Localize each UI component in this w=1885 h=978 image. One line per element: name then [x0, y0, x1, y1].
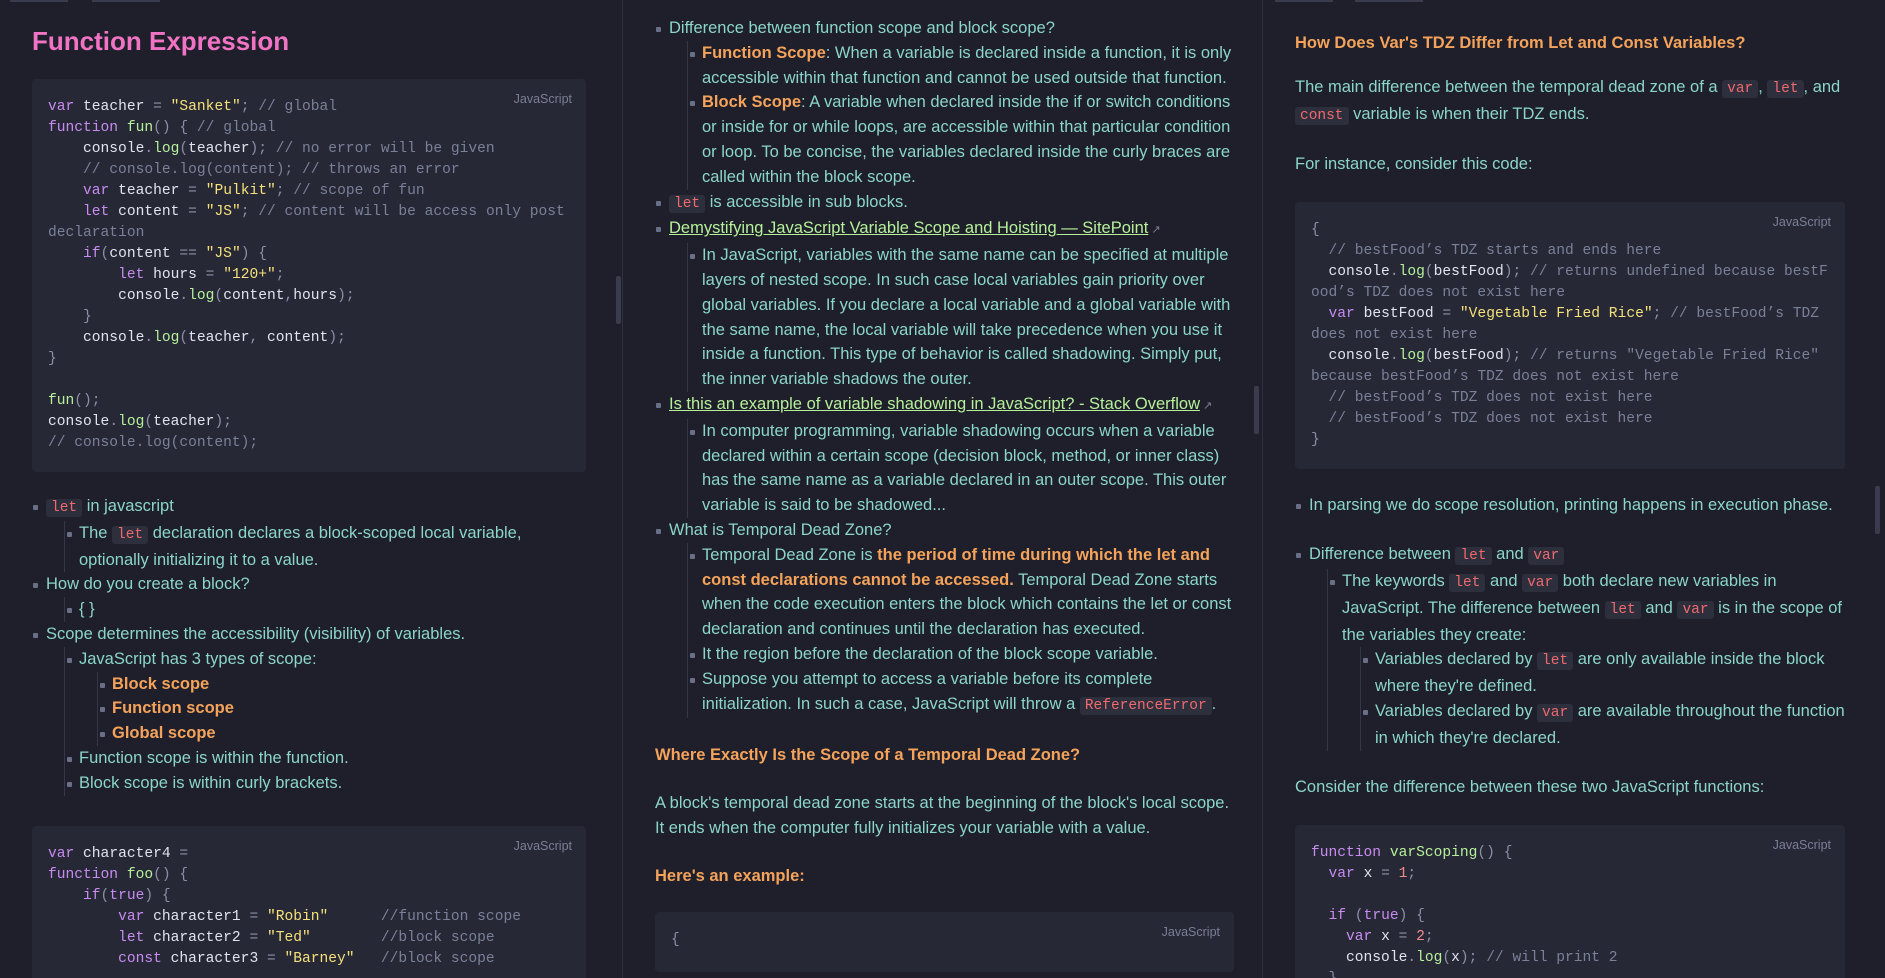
paragraph-text: The main difference between the temporal… — [1295, 78, 1723, 96]
section-heading: How Does Var's TDZ Differ from Let and C… — [1295, 34, 1746, 52]
list-item-text: in javascript — [82, 497, 174, 515]
inline-code: let — [1449, 573, 1486, 592]
pane-resize-handle[interactable] — [616, 276, 621, 324]
scope-difference-list: Difference between function scope and bl… — [655, 16, 1234, 719]
list-item: What is Temporal Dead Zone? Temporal Dea… — [655, 518, 1234, 719]
page-title: Function Expression — [32, 26, 290, 56]
inline-code: let — [112, 525, 149, 544]
section-heading: Where Exactly Is the Scope of a Temporal… — [655, 746, 1081, 765]
list-item-text: Difference between — [1309, 545, 1456, 564]
inline-code: let — [1767, 80, 1804, 98]
code-language-label: JavaScript — [1161, 924, 1220, 939]
inline-code: var — [1537, 703, 1574, 722]
term-label: Function Scope — [702, 43, 826, 62]
list-item: Scope determines the accessibility (visi… — [32, 622, 586, 796]
list-item-text: Variables declared by — [1375, 650, 1538, 669]
code-language-label: JavaScript — [513, 838, 572, 853]
external-link-icon: ↗ — [1203, 399, 1213, 412]
inline-code: ReferenceError — [1079, 696, 1212, 715]
code-language-label: JavaScript — [1772, 215, 1831, 230]
list-item: Demystifying JavaScript Variable Scope a… — [655, 216, 1234, 392]
code-language-label: JavaScript — [513, 92, 572, 106]
inline-code: var — [1522, 573, 1559, 592]
list-item-text: . — [1211, 694, 1217, 713]
external-link-icon: ↗ — [1151, 224, 1161, 237]
list-item: Variables declared by let are only avail… — [1363, 647, 1845, 699]
list-item: { } — [67, 597, 586, 622]
list-item: JavaScript has 3 types of scope: Block s… — [67, 647, 586, 746]
list-item: Difference between function scope and bl… — [655, 16, 1234, 190]
left-pane: Function Expression JavaScript var teache… — [0, 0, 622, 978]
list-item-text: Temporal Dead Zone is — [702, 545, 878, 564]
list-item: In parsing we do scope resolution, print… — [1295, 493, 1845, 518]
inline-code: var — [1528, 547, 1565, 566]
code-block: JavaScript{ // bestFood’s TDZ starts and… — [1295, 202, 1845, 470]
list-item-text: { } — [79, 600, 95, 619]
code-block: JavaScript { — [655, 911, 1234, 972]
list-item: let is accessible in sub blocks. — [655, 190, 1234, 217]
inline-code: const — [1295, 106, 1349, 125]
inline-code: let — [46, 499, 83, 517]
code-block: JavaScript var teacher = "Sanket"; // glo… — [32, 79, 586, 472]
code-language-label: JavaScript — [1772, 838, 1831, 853]
paragraph: For instance, consider this code: — [1295, 154, 1533, 173]
list-item: Difference between let and var The keywo… — [1295, 542, 1845, 751]
inline-code: var — [1722, 80, 1759, 98]
scope-notes-list: let in javascript The let declaration de… — [32, 494, 586, 796]
term-label: Block Scope — [702, 93, 802, 112]
section-heading: Here's an example: — [655, 866, 805, 885]
inline-code: var — [1677, 600, 1714, 619]
list-item: It the region before the declaration of … — [690, 642, 1234, 667]
paragraph: The main difference between the temporal… — [1295, 78, 1841, 125]
paragraph: Consider the difference between these tw… — [1295, 777, 1765, 796]
list-item-text: JavaScript has 3 types of scope: — [79, 649, 317, 668]
list-item-text: Difference between function scope and bl… — [669, 19, 1055, 37]
paragraph-text: variable is when their TDZ ends. — [1348, 104, 1590, 123]
inline-code: let — [1604, 600, 1641, 619]
let-var-difference-list: Difference between let and var The keywo… — [1295, 542, 1845, 751]
code-block: JavaScript var character4 = function foo(… — [32, 825, 586, 978]
list-item: Function scope is within the function. — [67, 746, 586, 771]
list-item: In computer programming, variable shadow… — [690, 419, 1234, 518]
list-item-text: How do you create a block? — [46, 575, 250, 594]
middle-pane: Difference between function scope and bl… — [623, 0, 1262, 978]
list-item: Block scope is within curly brackets. — [67, 771, 586, 796]
list-item: Block scope — [100, 672, 586, 697]
list-item: Suppose you attempt to access a variable… — [690, 667, 1234, 719]
list-item-text: Scope determines the accessibility (visi… — [46, 624, 466, 643]
list-item: Function scope — [100, 696, 586, 721]
list-item: Is this an example of variable shadowing… — [655, 392, 1234, 518]
list-item: How do you create a block? { } — [32, 572, 586, 622]
inline-code: let — [669, 194, 706, 213]
parsing-list: In parsing we do scope resolution, print… — [1295, 493, 1845, 518]
list-item-text: and — [1491, 545, 1529, 564]
list-item-text: and — [1485, 571, 1523, 590]
list-item-text: What is Temporal Dead Zone? — [669, 520, 892, 539]
list-item: Variables declared by var are available … — [1363, 699, 1845, 751]
list-item-text: is accessible in sub blocks. — [705, 192, 908, 211]
code-block: JavaScript function varScoping() { var x … — [1295, 825, 1845, 978]
paragraph: A block's temporal dead zone starts at t… — [655, 794, 1230, 838]
right-pane: How Does Var's TDZ Differ from Let and C… — [1263, 0, 1885, 978]
list-item: The keywords let and var both declare ne… — [1330, 569, 1845, 751]
sitepoint-link[interactable]: Demystifying JavaScript Variable Scope a… — [669, 219, 1148, 237]
list-item-text: The — [79, 523, 113, 542]
inline-code: let — [1455, 547, 1492, 566]
paragraph-text: , and — [1803, 78, 1841, 96]
list-item-text: Variables declared by — [1375, 701, 1538, 720]
list-item: Block Scope: A variable when declared in… — [690, 90, 1234, 189]
list-item: Temporal Dead Zone is the period of time… — [690, 543, 1234, 642]
list-item-text: and — [1640, 598, 1678, 617]
list-item: Function Scope: When a variable is decla… — [690, 41, 1234, 91]
inline-code: let — [1537, 652, 1574, 671]
list-item: Global scope — [100, 721, 586, 746]
list-item: The let declaration declares a block-sco… — [67, 521, 586, 573]
pane-resize-handle[interactable] — [1875, 486, 1880, 534]
list-item: let in javascript The let declaration de… — [32, 494, 586, 573]
list-item-text: The keywords — [1342, 571, 1450, 590]
list-item: In JavaScript, variables with the same n… — [690, 243, 1234, 392]
code-line: { — [671, 931, 680, 948]
pane-resize-handle[interactable] — [1254, 386, 1259, 434]
stackoverflow-link[interactable]: Is this an example of variable shadowing… — [669, 395, 1200, 413]
